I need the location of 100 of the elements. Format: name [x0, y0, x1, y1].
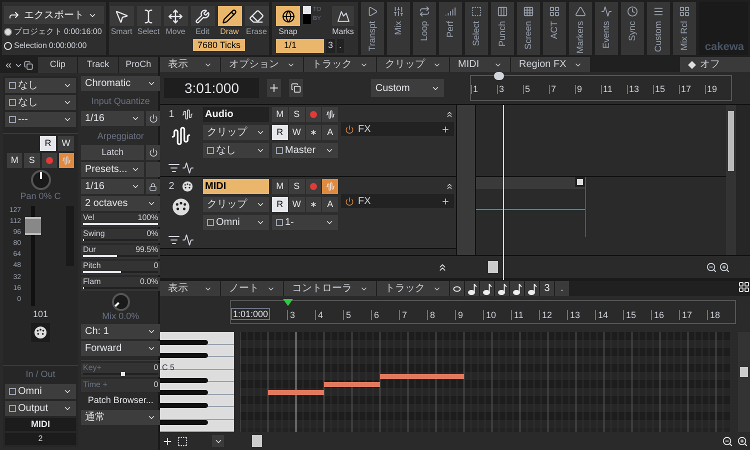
- arpeggiator-slider[interactable]: Swing 0%: [81, 229, 160, 243]
- write-button[interactable]: W: [58, 136, 74, 151]
- record-button[interactable]: [42, 153, 57, 168]
- copy-icon[interactable]: [24, 60, 33, 70]
- module-tab[interactable]: Mix Rcl: [673, 2, 696, 55]
- write-button[interactable]: W: [288, 197, 304, 212]
- module-tab[interactable]: Markers: [569, 2, 592, 55]
- inspector-tab[interactable]: Track: [78, 57, 118, 73]
- module-tab[interactable]: ACT: [543, 2, 566, 55]
- arpeggiator-power-button[interactable]: [146, 145, 160, 160]
- input-dropdown[interactable]: Omni: [203, 215, 269, 230]
- export-button[interactable]: エクスポート: [4, 6, 104, 24]
- note-duration-button[interactable]: [450, 281, 464, 296]
- input-dropdown[interactable]: ---: [5, 112, 76, 127]
- arpeggiator-slider[interactable]: Vel 100%: [81, 213, 160, 227]
- module-tab[interactable]: Custom: [647, 2, 670, 55]
- module-tab[interactable]: Select: [465, 2, 488, 55]
- track-output-dropdown[interactable]: Master: [272, 143, 338, 158]
- vertical-scrollbar[interactable]: [738, 332, 750, 432]
- mute-button[interactable]: M: [7, 153, 22, 168]
- plus-icon[interactable]: [162, 436, 173, 446]
- read-button[interactable]: R: [272, 125, 288, 140]
- inspector-tab[interactable]: Clip: [38, 57, 78, 73]
- quantize-power-button[interactable]: [146, 110, 160, 126]
- module-tab[interactable]: Perf: [439, 2, 462, 55]
- triplet-button[interactable]: 3: [540, 281, 554, 296]
- module-tab[interactable]: Transpt: [361, 2, 384, 55]
- key-offset-slider[interactable]: Key+ 0: [81, 363, 160, 377]
- arpeggiator-slider[interactable]: Pitch 0: [81, 261, 160, 275]
- range-radio[interactable]: プロジェクト 0:00:16:00: [4, 26, 102, 38]
- view-menu[interactable]: トラック: [377, 281, 449, 296]
- range-radio[interactable]: Selection 0:00:00:00: [4, 40, 87, 52]
- track-output-dropdown[interactable]: 1-: [272, 215, 338, 230]
- monitor-button[interactable]: [58, 153, 74, 168]
- module-tab[interactable]: Screen: [517, 2, 540, 55]
- fx-bin[interactable]: FX: [341, 122, 454, 136]
- lock-button[interactable]: [146, 179, 160, 194]
- io-dropdown[interactable]: Output: [5, 400, 76, 416]
- module-tab[interactable]: Loop: [413, 2, 436, 55]
- to-by-toggle[interactable]: [303, 6, 311, 24]
- collapse-icon[interactable]: [445, 110, 454, 119]
- filter-button[interactable]: [212, 435, 224, 447]
- direction-dropdown[interactable]: Forward: [81, 341, 160, 356]
- input-dropdown[interactable]: なし: [5, 95, 76, 110]
- note-duration-button[interactable]: [510, 281, 524, 296]
- zoom-in-icon[interactable]: [719, 262, 730, 272]
- mute-button[interactable]: M: [272, 107, 288, 122]
- vertical-scrollbar[interactable]: [726, 105, 736, 255]
- module-tab[interactable]: Mix: [387, 2, 410, 55]
- io-dropdown[interactable]: Omni: [5, 384, 76, 398]
- view-menu[interactable]: 表示: [160, 281, 220, 296]
- track-template-button[interactable]: [289, 79, 304, 97]
- grid-icon[interactable]: [738, 281, 750, 293]
- mute-button[interactable]: M: [272, 179, 288, 194]
- view-menu[interactable]: オプション: [221, 57, 303, 72]
- note-duration-button[interactable]: [525, 281, 539, 296]
- module-tab[interactable]: Punch: [491, 2, 514, 55]
- envelope-icon[interactable]: [182, 234, 194, 246]
- note-duration-button[interactable]: [480, 281, 494, 296]
- add-track-button[interactable]: [267, 79, 282, 97]
- zoom-in-icon[interactable]: [737, 436, 748, 446]
- write-button[interactable]: W: [288, 125, 304, 140]
- track-preset-dropdown[interactable]: Custom: [371, 79, 444, 97]
- view-menu[interactable]: 表示: [160, 57, 220, 72]
- patch-browser-button[interactable]: Patch Browser...: [81, 394, 160, 408]
- lines-icon[interactable]: [168, 234, 180, 246]
- zoom-out-icon[interactable]: [706, 262, 717, 272]
- automation-dropdown[interactable]: オフ: [680, 57, 750, 72]
- track-name-field[interactable]: MIDI: [203, 179, 269, 194]
- view-menu[interactable]: トラック: [304, 57, 376, 72]
- clip-mode-dropdown[interactable]: クリップ: [203, 125, 269, 140]
- collapse-icon[interactable]: [445, 182, 454, 191]
- view-menu[interactable]: ノート: [221, 281, 283, 296]
- quantize-dropdown[interactable]: 1/16: [81, 110, 144, 126]
- fx-bin[interactable]: FX: [341, 194, 454, 208]
- view-menu[interactable]: Region FX: [511, 57, 590, 72]
- dotted-button[interactable]: .: [555, 281, 569, 296]
- module-tab[interactable]: Sync: [621, 2, 644, 55]
- pan-knob[interactable]: [30, 170, 50, 190]
- clip-mode-dropdown[interactable]: クリップ: [203, 197, 269, 212]
- arm-button[interactable]: [306, 125, 322, 140]
- time-offset-field[interactable]: Time + 0: [81, 379, 160, 392]
- clip-menu-icon[interactable]: [575, 177, 585, 187]
- latch-button[interactable]: Latch: [81, 145, 144, 160]
- snap-resolution[interactable]: 1/1: [276, 39, 324, 52]
- automation-button[interactable]: A: [322, 197, 338, 212]
- octave-dropdown[interactable]: 2 octaves: [81, 196, 160, 211]
- tool-resolution[interactable]: 7680 Ticks: [193, 39, 245, 51]
- rate-dropdown[interactable]: 1/16: [81, 179, 144, 194]
- arpeggiator-slider[interactable]: Dur 99.5%: [81, 245, 160, 259]
- presets-dropdown[interactable]: Presets...: [81, 162, 144, 177]
- mix-knob[interactable]: [112, 293, 130, 311]
- envelope-icon[interactable]: [182, 162, 194, 174]
- solo-button[interactable]: S: [288, 179, 304, 194]
- arm-button[interactable]: [306, 197, 322, 212]
- automation-button[interactable]: A: [322, 125, 338, 140]
- zoom-out-icon[interactable]: [722, 436, 733, 446]
- read-button[interactable]: R: [40, 136, 56, 151]
- mode-dropdown[interactable]: 通常: [81, 410, 160, 425]
- note-duration-button[interactable]: [495, 281, 509, 296]
